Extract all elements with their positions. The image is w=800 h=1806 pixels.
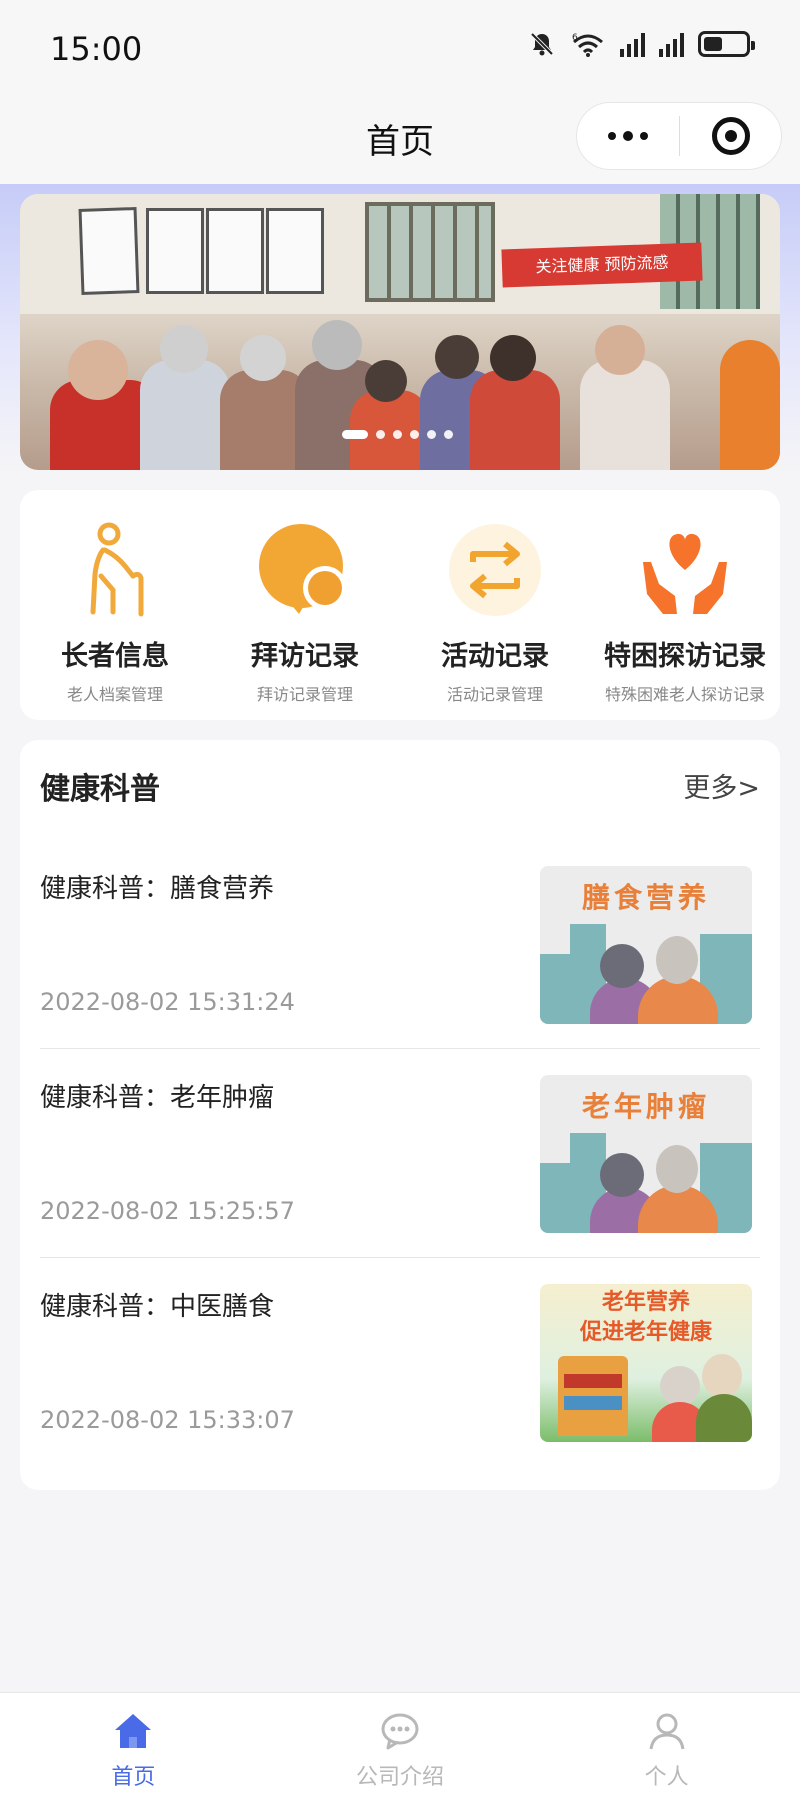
status-bar: 15:00 6 [0,0,800,92]
status-time: 15:00 [50,30,143,68]
carousel-dot[interactable] [410,430,419,439]
visit-bubble-icon [255,520,355,620]
menu-subtitle: 活动记录管理 [446,685,543,704]
wall-poster [78,207,140,295]
elderly-cane-icon [65,520,165,620]
article-title: 健康科普：中医膳食 [40,1292,275,1322]
menu-special-visit-record[interactable]: 特困探访记录 特殊困难老人探访记录 [590,490,780,720]
article-time: 2022-08-02 15:33:07 [40,1406,295,1434]
menu-title: 特困探访记录 [604,641,766,672]
refresh-arrows-icon [445,520,545,620]
battery-level [704,37,722,51]
chat-bubble-icon [380,1711,420,1751]
quick-menu: 长者信息 老人档案管理 拜访记录 拜访记录管理 活动记录 活动记录管理 特困探访… [20,490,780,720]
menu-activity-record[interactable]: 活动记录 活动记录管理 [400,490,590,720]
banner-crowd [20,300,780,470]
menu-title: 拜访记录 [251,641,359,672]
menu-title: 活动记录 [441,641,549,672]
nav-bar: 首页 [0,92,800,184]
health-section: 健康科普 更多> 健康科普：膳食营养 2022-08-02 15:31:24 膳… [20,740,780,1490]
tab-label: 首页 [111,1765,156,1790]
tab-company[interactable]: 公司介绍 [267,1693,534,1806]
article-title: 健康科普：膳食营养 [40,874,275,904]
wall-poster [146,208,204,294]
signal-1-icon [620,31,645,57]
tab-home[interactable]: 首页 [0,1693,267,1806]
banner-carousel[interactable]: 关注健康 预防流感 [20,194,780,470]
carousel-dot[interactable] [376,430,385,439]
menu-subtitle: 特殊困难老人探访记录 [604,685,765,704]
menu-elder-info[interactable]: 长者信息 老人档案管理 [20,490,210,720]
article-thumbnail: 膳食营养 [540,866,752,1024]
menu-subtitle: 老人档案管理 [66,685,163,704]
heart-hands-icon [635,520,735,620]
more-dots-icon[interactable] [577,103,679,169]
tab-label: 个人 [644,1765,689,1790]
signal-2-icon [659,31,684,57]
tab-profile[interactable]: 个人 [533,1693,800,1806]
article-item[interactable]: 健康科普：中医膳食 2022-08-02 15:33:07 老年营养 促进老年健… [40,1258,760,1467]
mini-program-capsule [576,102,782,170]
carousel-dot[interactable] [444,430,453,439]
carousel-dot[interactable] [342,430,368,439]
carousel-dot[interactable] [427,430,436,439]
wifi-label: 6 [572,33,578,43]
menu-subtitle: 拜访记录管理 [256,685,353,704]
more-link[interactable]: 更多> [683,766,760,805]
wall-poster [206,208,264,294]
person-icon [647,1711,687,1751]
target-close-icon[interactable] [680,117,781,155]
wall-poster [266,208,324,294]
thumbnail-text: 老年营养 [601,1290,690,1315]
carousel-dots[interactable] [342,430,453,439]
banner-window [365,202,495,302]
status-icons: 6 [528,30,755,58]
menu-visit-record[interactable]: 拜访记录 拜访记录管理 [210,490,400,720]
mute-bell-icon [530,32,554,56]
article-thumbnail: 老年肿瘤 [540,1075,752,1233]
article-item[interactable]: 健康科普：膳食营养 2022-08-02 15:31:24 膳食营养 [40,840,760,1049]
article-time: 2022-08-02 15:25:57 [40,1197,295,1225]
article-thumbnail: 老年营养 促进老年健康 [540,1284,752,1442]
article-time: 2022-08-02 15:31:24 [40,988,295,1016]
tab-bar: 首页 公司介绍 个人 [0,1692,800,1806]
thumbnail-text: 促进老年健康 [579,1320,712,1345]
banner-sign: 关注健康 预防流感 [501,242,703,288]
thumbnail-text: 膳食营养 [581,881,710,914]
thumbnail-text: 老年肿瘤 [581,1090,710,1123]
section-title: 健康科普 [40,772,160,807]
menu-title: 长者信息 [61,641,169,672]
home-icon [113,1711,153,1751]
article-title: 健康科普：老年肿瘤 [40,1083,275,1113]
article-item[interactable]: 健康科普：老年肿瘤 2022-08-02 15:25:57 老年肿瘤 [40,1049,760,1258]
tab-label: 公司介绍 [356,1765,445,1790]
wifi-icon: 6 [572,33,603,57]
carousel-dot[interactable] [393,430,402,439]
battery-icon [698,31,755,57]
